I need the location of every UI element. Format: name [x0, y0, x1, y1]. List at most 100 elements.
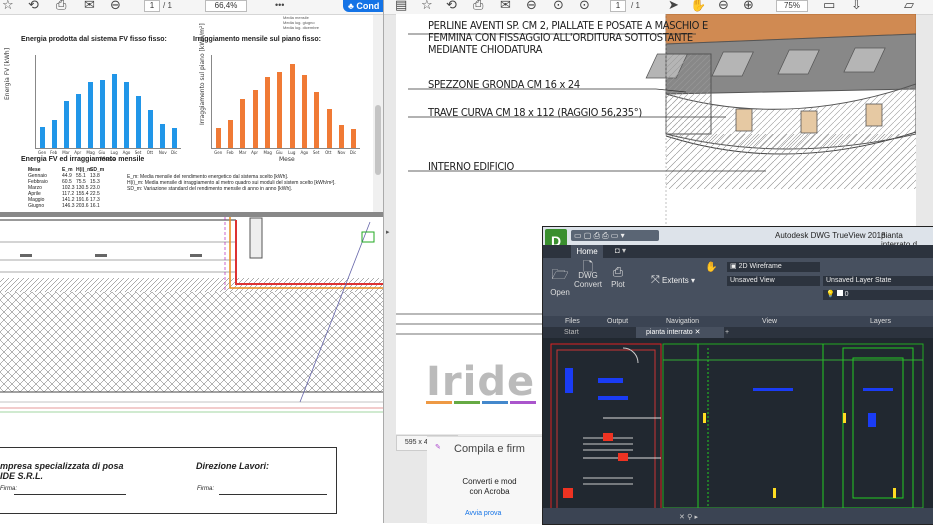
- page-down-icon[interactable]: ⊙: [579, 0, 590, 12]
- dwg-titlebar: D ▭ ▢ ⎙ ⎙ ▭ ▾ Autodesk DWG TrueView 2018…: [543, 227, 933, 253]
- mail-icon[interactable]: ✉: [84, 0, 95, 12]
- start-trial-link[interactable]: Avvia prova: [465, 510, 501, 517]
- visual-style-select[interactable]: ▣ 2D Wireframe: [727, 262, 820, 272]
- chart-bar: [326, 109, 332, 148]
- logo-bar: [426, 401, 452, 404]
- direction-label: Direzione Lavori:: [196, 461, 270, 471]
- chart-bar: [302, 74, 307, 148]
- chart-bar: [314, 92, 320, 148]
- chart-bar: [240, 99, 246, 148]
- chart-bar: [228, 119, 233, 148]
- chart1-area: Gen Feb Mar Apr Mag Giu Lug Ago Set Ott Nov Dic: [35, 55, 181, 155]
- chart2-area: Gen Feb Mar Apr Mag Giu Lug Ago Set Ott Nov Dic: [211, 55, 360, 155]
- zoom-select[interactable]: 75%: [776, 0, 808, 12]
- tool-fill-sign[interactable]: Compila e firm: [454, 443, 525, 455]
- page-up-icon[interactable]: ⊙: [553, 0, 564, 12]
- chart-bar: [39, 127, 45, 148]
- chart-bar: [289, 64, 295, 148]
- layer-color-swatch: [836, 290, 843, 296]
- open-button[interactable]: 🗁 Open: [547, 264, 573, 297]
- callout-interno: INTERNO EDIFICIO: [428, 160, 515, 173]
- extents-button[interactable]: ⤧ Extents ▾: [651, 274, 695, 287]
- acrobat-tools-panel: ✎ Compila e firm Converti e mod con Acro…: [427, 436, 547, 524]
- callout-gronda: SPEZZONE GRONDA CM 16 x 24: [428, 78, 580, 91]
- select-cursor-icon[interactable]: ➤: [668, 0, 679, 12]
- chart-bar: [148, 109, 154, 148]
- dwg-app-title: Autodesk DWG TrueView 2018: [775, 231, 886, 240]
- doc-tab-file[interactable]: pianta interrato ✕: [636, 327, 724, 338]
- print-icon[interactable]: ⎙: [56, 0, 66, 12]
- zoom-search-icon[interactable]: ⊖: [526, 0, 537, 12]
- pan-icon[interactable]: ✋: [705, 262, 717, 273]
- zoom-select[interactable]: 66,4%: [205, 0, 247, 12]
- comment-icon[interactable]: ▱: [904, 0, 914, 12]
- command-line-icon[interactable]: ✕ ⚲ ▸: [679, 513, 698, 521]
- page-number-input[interactable]: 1: [610, 0, 626, 12]
- fit-page-icon[interactable]: ▭: [823, 0, 835, 12]
- left-scrollbar[interactable]: [373, 15, 383, 213]
- bookmark-star-icon[interactable]: ☆: [2, 0, 14, 12]
- scroll-thumb[interactable]: [375, 105, 381, 175]
- chart-tick-label: Mag: [86, 150, 95, 155]
- tab-home[interactable]: Home: [571, 245, 603, 258]
- layer-select[interactable]: 💡 0: [823, 290, 933, 300]
- bookmark-star-icon[interactable]: ☆: [421, 0, 433, 12]
- iride-logo-text: Iride: [426, 359, 536, 405]
- chart-tick-label: Nov: [337, 150, 346, 155]
- chart-tick-label: Nov: [158, 150, 167, 155]
- chart-bar: [351, 129, 357, 148]
- ribbon-panel: 🗁 Open 🗋 DWG Convert ⎙ Plot ⤧ Extents ▾ …: [543, 258, 933, 316]
- open-label: Open: [550, 288, 570, 297]
- chart-tick-label: Giu: [98, 150, 106, 155]
- dwg-canvas[interactable]: ✕ ⚲ ▸: [543, 338, 933, 524]
- share-icon[interactable]: ⟲: [28, 0, 39, 12]
- right-pdf-toolbar: ▤ ☆ ⟲ ⎙ ✉ ⊖ ⊙ ⊙ 1 / 1 ➤ ✋ ⊖ ⊕ 75% ▭ ⇩ ▱: [384, 0, 933, 15]
- mail-icon[interactable]: ✉: [500, 0, 511, 12]
- save-icon[interactable]: ▤: [395, 0, 407, 12]
- energy-table: Mese E_m H(i)_m SD_m Gennaio 44.9 55.1 13.8 Febb…: [28, 167, 104, 209]
- chart2-title: Irraggiamento mensile sul piano fisso:: [193, 36, 321, 43]
- zoom-search-icon[interactable]: ⊖: [110, 0, 121, 12]
- print-icon[interactable]: ⎙: [473, 0, 483, 12]
- chart-bar: [160, 123, 166, 148]
- panel-expand-arrow[interactable]: ▸: [386, 228, 390, 236]
- chart-tick-label: Apr: [251, 150, 259, 155]
- share-icon[interactable]: ⟲: [446, 0, 457, 12]
- legend-item: Media lug. dicembre: [283, 25, 320, 30]
- more-options[interactable]: •••: [275, 0, 284, 10]
- zoom-in-icon[interactable]: ⊕: [743, 0, 754, 12]
- promo-line: con Acroba: [469, 487, 510, 496]
- firma-line-2: [219, 494, 327, 495]
- quick-access-bar[interactable]: ▭ ▢ ⎙ ⎙ ▭ ▾: [571, 230, 659, 241]
- zoom-out-icon[interactable]: ⊖: [718, 0, 729, 12]
- new-tab-button[interactable]: +: [725, 327, 729, 338]
- left-pdf-toolbar: ☆ ⟲ ⎙ ✉ ⊖ 1 / 1 66,4% ••• ♣ Cond: [0, 0, 383, 15]
- layer-state-select[interactable]: Unsaved Layer State: [823, 276, 933, 286]
- panel-view: View: [762, 318, 778, 325]
- left-document-page: Media mensile Media lug. giugno Media lu…: [0, 15, 383, 523]
- saved-view-select[interactable]: Unsaved View: [727, 276, 820, 286]
- hand-tool-icon[interactable]: ✋: [690, 0, 706, 12]
- company-label: mpresa specializzata di posa: [0, 461, 124, 471]
- page-number-input[interactable]: 1: [144, 0, 160, 12]
- chart-tick-label: Dic: [349, 150, 357, 155]
- panel-output[interactable]: Output: [607, 316, 628, 327]
- tab-more[interactable]: ◘ ▾: [615, 246, 626, 255]
- wireframe-icon: ▣: [730, 263, 737, 270]
- document-tabs: Start pianta interrato ✕ +: [543, 327, 933, 338]
- scroll-mode-icon[interactable]: ⇩: [851, 0, 862, 12]
- table-title: Energia FV ed irraggiamento mensile: [21, 156, 145, 163]
- doc-tab-start[interactable]: Start: [546, 327, 649, 338]
- share-button[interactable]: ♣ Cond: [343, 0, 383, 12]
- dwg-convert-button[interactable]: 🗋 DWG Convert: [573, 260, 603, 289]
- chart-tick-label: Ago: [300, 150, 309, 155]
- chart-tick-label: Feb: [226, 150, 234, 155]
- plot-button[interactable]: ⎙ Plot: [605, 264, 631, 289]
- firma-label-1: Firma:: [0, 486, 17, 492]
- company-name: IDE S.R.L.: [0, 471, 44, 481]
- chart1-bars: Gen Feb Mar Apr Mag Giu Lug Ago Set Ott Nov Dic: [36, 55, 181, 155]
- plot-label: Plot: [611, 280, 625, 289]
- table-notes: E_m: Media mensile del rendimento energe…: [127, 174, 336, 192]
- chart-bar: [215, 127, 221, 148]
- chart-tick-label: Giu: [275, 150, 283, 155]
